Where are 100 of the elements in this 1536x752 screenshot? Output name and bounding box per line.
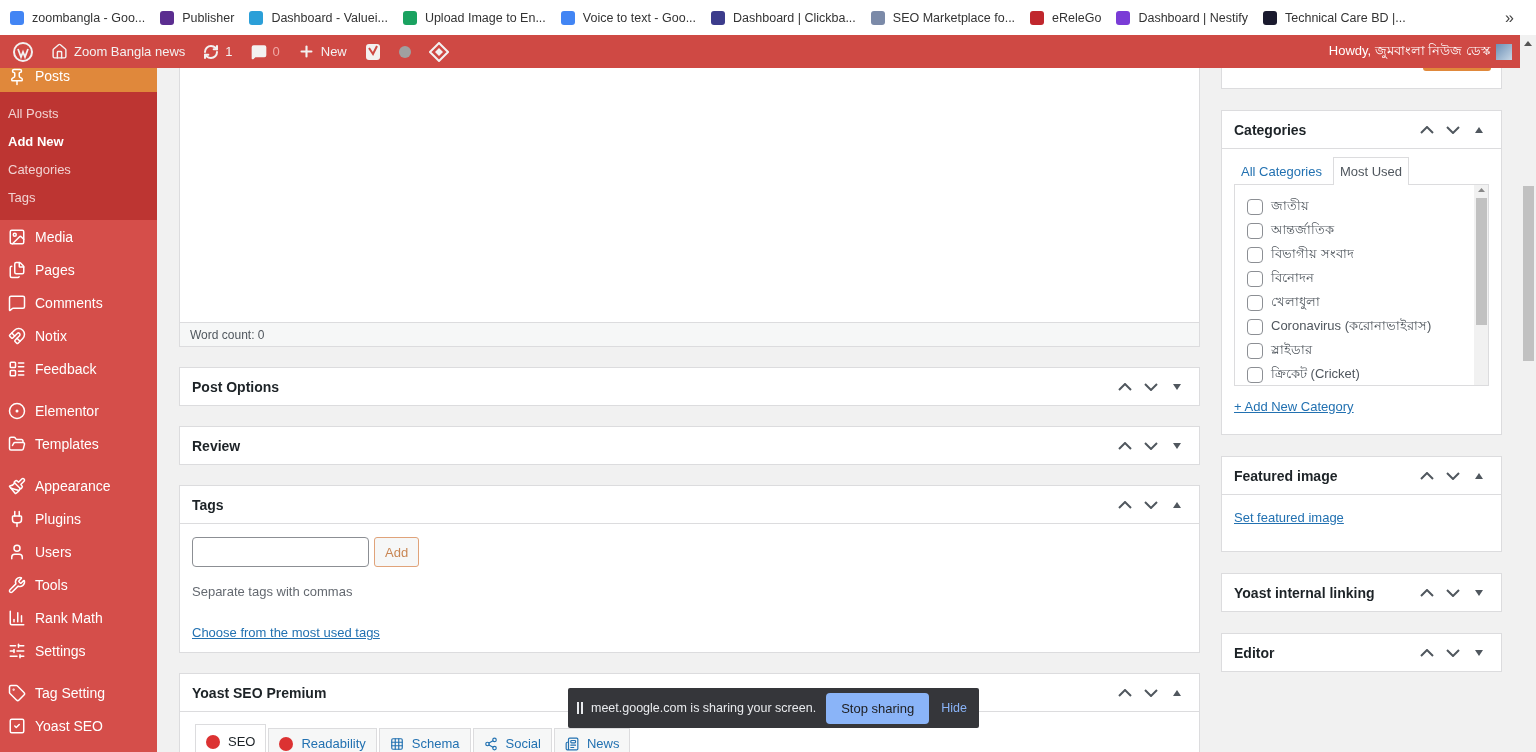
bookmark[interactable]: Dashboard | Nestify [1116, 10, 1259, 25]
category-checkbox[interactable] [1247, 294, 1263, 311]
submenu-item[interactable]: All Posts [0, 100, 157, 128]
category-label: Coronavirus (করোনাভাইরাস) [1271, 317, 1432, 335]
category-tab[interactable]: Most Used [1332, 157, 1410, 185]
category-checkbox[interactable] [1247, 270, 1263, 287]
hide-link[interactable]: Hide [941, 701, 967, 715]
seo-tab[interactable]: SEO [195, 724, 267, 752]
check-icon [8, 716, 26, 735]
category-label: স্লাইডার [1271, 341, 1312, 359]
add-button[interactable]: Add [374, 537, 420, 567]
circle-icon [8, 401, 26, 420]
category-label: খেলাধুলা [1271, 293, 1320, 312]
category-checkbox[interactable] [1247, 198, 1263, 215]
category-label: আন্তর্জাতিক [1271, 221, 1334, 239]
category-label: জাতীয় [1271, 197, 1309, 215]
seo-tab[interactable]: Readability [268, 728, 377, 752]
box-title: Yoast internal linking [1234, 584, 1376, 601]
bookmark[interactable]: Publisher [160, 10, 246, 25]
user-icon [8, 542, 26, 561]
word-count: Word count: 0 [179, 323, 1200, 347]
new-link[interactable]: New [288, 43, 356, 60]
box-title: Yoast SEO Premium [192, 684, 328, 701]
bookmark[interactable]: Upload Image to En... [402, 10, 557, 25]
bookmark[interactable]: Technical Care BD |... [1263, 10, 1417, 25]
menu-item[interactable]: Pages [0, 253, 157, 286]
category-label: বিনোদন [1271, 269, 1314, 287]
chevron-up-icon [1420, 471, 1434, 480]
triangle-icon [1474, 588, 1484, 597]
menu-item[interactable]: Notix [0, 319, 157, 352]
bookmark[interactable]: eReleGo [1030, 10, 1113, 25]
site-name-link[interactable]: Zoom Bangla news [42, 43, 195, 60]
most-used-tags-link[interactable]: Choose from the most used tags [192, 625, 380, 640]
bookmark[interactable]: SEO Marketplace fo... [870, 10, 1027, 25]
menu-item[interactable]: Rank Math [0, 601, 157, 634]
category-checkbox[interactable] [1247, 222, 1263, 239]
box-title: Featured image [1234, 467, 1339, 484]
avatar [1496, 43, 1512, 60]
grid-icon [389, 736, 404, 751]
triangle-icon [1172, 688, 1182, 697]
bookmark[interactable]: Dashboard | Clickba... [711, 10, 867, 25]
add-category-link[interactable]: + Add New Category [1234, 399, 1354, 414]
brush-icon [8, 476, 26, 495]
menu-item[interactable]: Yoast SEO [0, 709, 157, 742]
scroll-up-icon [1524, 41, 1532, 46]
chevron-down-icon [1144, 500, 1158, 509]
triangle-icon [1474, 125, 1484, 134]
scrollbar[interactable] [1474, 185, 1488, 385]
pages-icon [8, 260, 26, 279]
bookmark[interactable]: Dashboard - Valuei... [249, 10, 399, 25]
account-menu[interactable]: Howdy, জুমবাংলা নিউজ ডেস্ক [1328, 41, 1512, 62]
settings-icon [8, 641, 26, 660]
submenu-item[interactable]: Categories [0, 156, 157, 184]
category-checkbox[interactable] [1247, 318, 1263, 335]
bookmark[interactable]: Voice to text - Goo... [560, 10, 708, 25]
box-title: Tags [192, 496, 225, 513]
menu-item[interactable]: Comments [0, 286, 157, 319]
category-checkbox[interactable] [1247, 246, 1263, 263]
chevron-up-icon [1420, 648, 1434, 657]
menu-item[interactable]: Settings [0, 634, 157, 667]
seo-tab[interactable]: News [553, 728, 631, 752]
chevron-up-icon [1420, 125, 1434, 134]
menu-item[interactable]: Posts [0, 68, 157, 92]
plus-icon [297, 43, 315, 60]
chevron-up-icon [1118, 688, 1132, 697]
tags-hint: Separate tags with commas [192, 584, 354, 599]
triangle-icon [1172, 382, 1182, 391]
seo-tab[interactable]: Schema [378, 728, 471, 752]
category-checkbox[interactable] [1247, 366, 1263, 383]
comments-link[interactable]: 0 [241, 43, 289, 60]
menu-item[interactable]: Templates [0, 427, 157, 460]
comment-icon [8, 293, 26, 312]
menu-item[interactable]: Users [0, 535, 157, 568]
stop-sharing-button[interactable]: Stop sharing [826, 692, 930, 724]
menu-item[interactable]: Media [0, 220, 157, 253]
category-checkbox[interactable] [1247, 342, 1263, 359]
more-bookmarks[interactable]: » [1505, 8, 1526, 27]
menu-item[interactable]: Tag Setting [0, 676, 157, 709]
submenu-item[interactable]: Add New [0, 128, 157, 156]
share-message: meet.google.com is sharing your screen. [591, 701, 817, 715]
chevron-up-icon [1420, 588, 1434, 597]
pin-icon [8, 68, 26, 86]
menu-item[interactable]: Elementor [0, 394, 157, 427]
tag-input[interactable] [192, 537, 369, 567]
menu-item[interactable]: Plugins [0, 502, 157, 535]
category-tab[interactable]: All Categories [1234, 157, 1329, 185]
bookmark[interactable]: zoombangla - Goo... [10, 10, 157, 25]
scroll-thumb[interactable] [1475, 198, 1487, 325]
set-featured-image-link[interactable]: Set featured image [1234, 510, 1344, 525]
image-icon [8, 227, 26, 246]
scroll-thumb[interactable] [1522, 186, 1534, 361]
submenu-item[interactable]: Tags [0, 184, 157, 212]
menu-item[interactable]: Appearance [0, 469, 157, 502]
chevron-up-icon [1118, 500, 1132, 509]
updates-link[interactable]: 1 [194, 43, 242, 60]
menu-item[interactable]: Feedback [0, 352, 157, 385]
menu-item[interactable]: Tools [0, 568, 157, 601]
chart-icon [8, 608, 26, 627]
chevron-down-icon [1446, 471, 1460, 480]
seo-tab[interactable]: Social [472, 728, 552, 752]
